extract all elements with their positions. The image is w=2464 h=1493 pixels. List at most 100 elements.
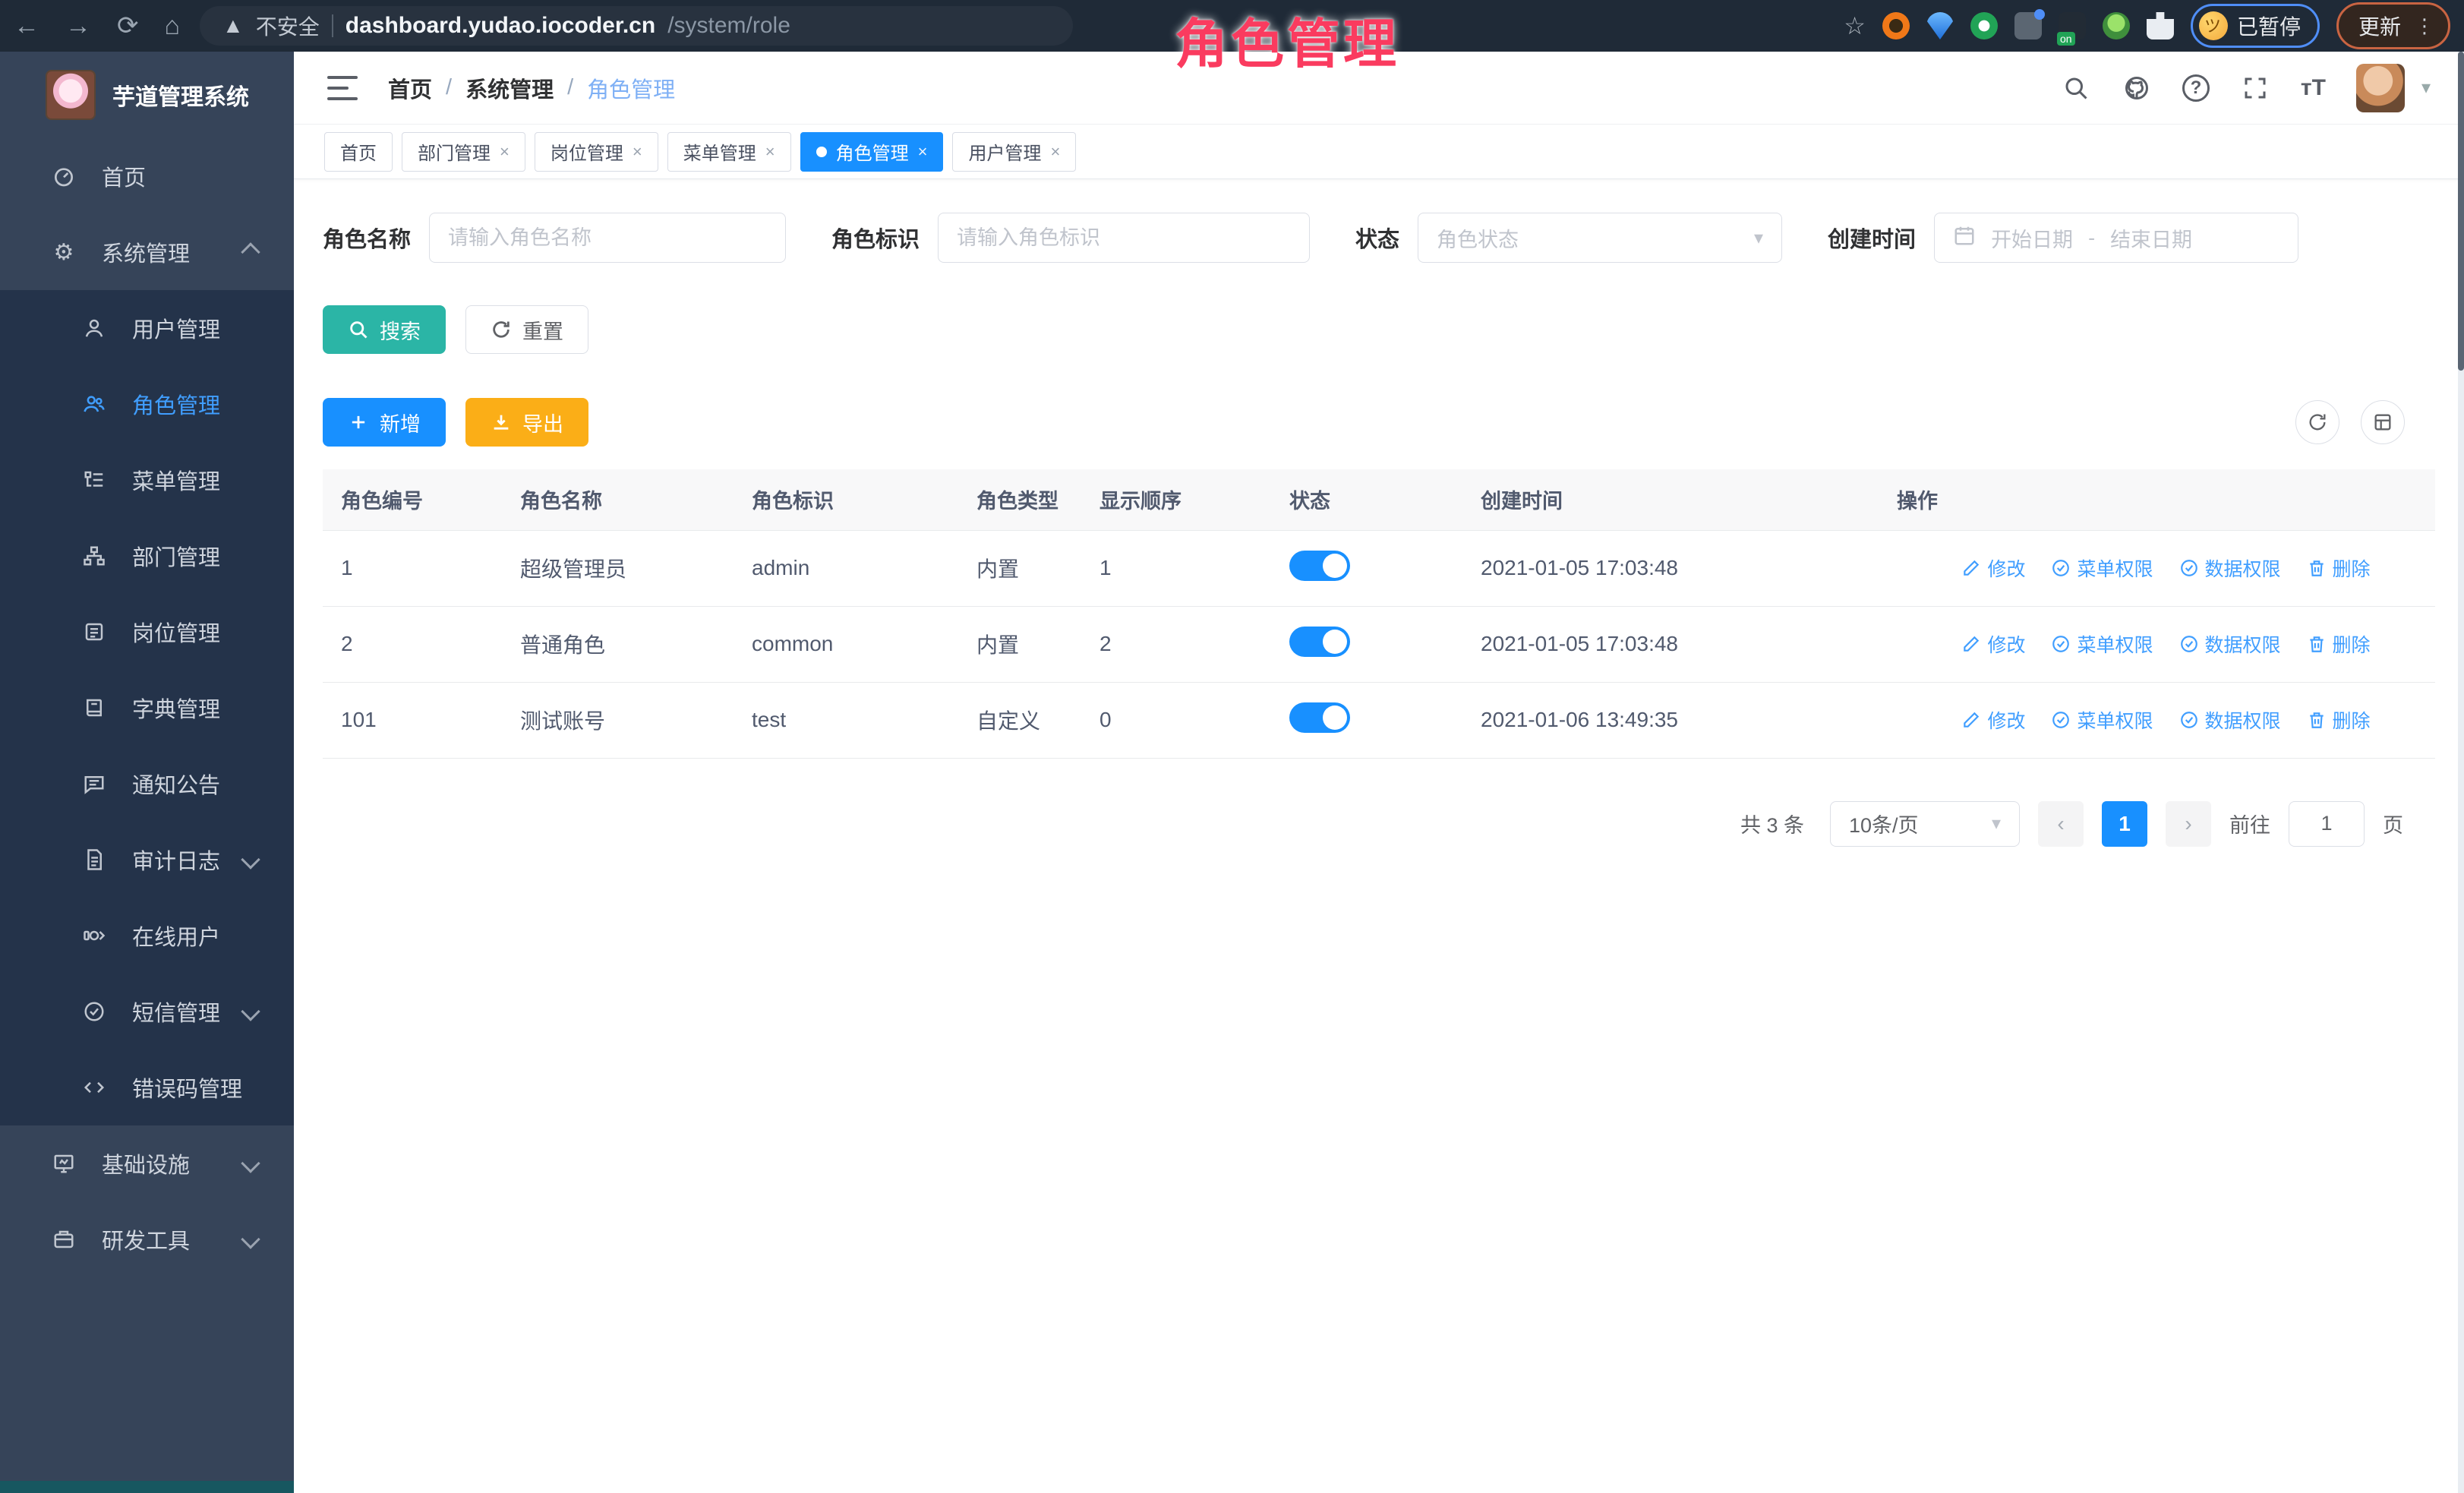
goto-page-input[interactable] bbox=[2289, 801, 2365, 847]
add-button[interactable]: 新增 bbox=[323, 398, 446, 447]
close-icon[interactable]: × bbox=[918, 142, 928, 162]
user-avatar[interactable] bbox=[2356, 64, 2405, 112]
extension-icon[interactable] bbox=[1926, 12, 1954, 39]
sidebar-item-online-users[interactable]: 在线用户 bbox=[0, 898, 294, 974]
profile-paused-chip[interactable]: 已暂停 bbox=[2191, 4, 2320, 48]
sidebar-item-dict[interactable]: 字典管理 bbox=[0, 670, 294, 746]
edit-link[interactable]: 修改 bbox=[1961, 554, 2025, 582]
tools-icon bbox=[49, 1228, 79, 1251]
forward-icon[interactable]: → bbox=[65, 13, 91, 39]
data-permission-link[interactable]: 数据权限 bbox=[2179, 554, 2281, 582]
sidebar-item-menus[interactable]: 菜单管理 bbox=[0, 442, 294, 518]
code-icon bbox=[79, 1076, 109, 1099]
search-icon[interactable] bbox=[2061, 73, 2091, 103]
close-icon[interactable]: × bbox=[633, 142, 642, 162]
back-icon[interactable]: ← bbox=[14, 13, 39, 39]
extension-icon[interactable]: on bbox=[2059, 12, 2086, 39]
browser-menu-icon[interactable]: ⋮ bbox=[2415, 14, 2434, 38]
extension-icon[interactable] bbox=[2103, 12, 2130, 39]
menu-permission-link[interactable]: 菜单权限 bbox=[2051, 706, 2153, 734]
date-range-picker[interactable]: 开始日期 - 结束日期 bbox=[1934, 213, 2298, 263]
tab-departments[interactable]: 部门管理× bbox=[402, 132, 525, 172]
hamburger-icon[interactable] bbox=[327, 74, 358, 102]
status-select[interactable]: 角色状态 ▾ bbox=[1418, 213, 1782, 263]
menu-permission-link[interactable]: 菜单权限 bbox=[2051, 630, 2153, 658]
export-button[interactable]: 导出 bbox=[465, 398, 588, 447]
edit-link[interactable]: 修改 bbox=[1961, 706, 2025, 734]
page-size-select[interactable]: 10条/页 ▾ bbox=[1830, 801, 2020, 847]
data-permission-link[interactable]: 数据权限 bbox=[2179, 630, 2281, 658]
bookmark-star-icon[interactable]: ☆ bbox=[1844, 11, 1866, 40]
breadcrumb-home[interactable]: 首页 bbox=[388, 72, 432, 104]
role-code-input[interactable] bbox=[938, 213, 1310, 263]
data-permission-label: 数据权限 bbox=[2205, 554, 2281, 582]
status-toggle[interactable] bbox=[1289, 702, 1350, 733]
delete-link[interactable]: 删除 bbox=[2307, 706, 2371, 734]
col-sort: 显示顺序 bbox=[1081, 469, 1271, 530]
sidebar-item-dev-tools[interactable]: 研发工具 bbox=[0, 1201, 294, 1277]
help-icon[interactable]: ? bbox=[2182, 74, 2210, 102]
date-end-placeholder[interactable]: 结束日期 bbox=[2110, 223, 2192, 253]
tab-menus[interactable]: 菜单管理× bbox=[667, 132, 791, 172]
tab-users[interactable]: 用户管理× bbox=[952, 132, 1076, 172]
table-row: 2 普通角色 common 内置 2 2021-01-05 17:03:48 修… bbox=[323, 606, 2435, 682]
tab-home[interactable]: 首页 bbox=[324, 132, 393, 172]
app-logo-row[interactable]: 芋道管理系统 bbox=[0, 52, 294, 138]
prev-page-button[interactable]: ‹ bbox=[2038, 801, 2084, 847]
status-toggle[interactable] bbox=[1289, 551, 1350, 581]
extension-icon[interactable] bbox=[2014, 12, 2042, 39]
search-button[interactable]: 搜索 bbox=[323, 305, 446, 354]
reload-icon[interactable]: ⟳ bbox=[117, 13, 139, 39]
column-settings-button[interactable] bbox=[2361, 400, 2405, 444]
refresh-table-button[interactable] bbox=[2295, 400, 2339, 444]
tab-label: 首页 bbox=[340, 138, 377, 165]
menu-permission-link[interactable]: 菜单权限 bbox=[2051, 554, 2153, 582]
tab-roles[interactable]: 角色管理× bbox=[800, 132, 944, 172]
edit-link[interactable]: 修改 bbox=[1961, 630, 2025, 658]
scrollbar[interactable] bbox=[2458, 52, 2464, 1493]
calendar-icon bbox=[1953, 224, 1976, 252]
puzzle-extension-icon[interactable] bbox=[2147, 12, 2174, 39]
status-toggle[interactable] bbox=[1289, 627, 1350, 657]
close-icon[interactable]: × bbox=[1050, 142, 1060, 162]
sidebar-item-label: 审计日志 bbox=[132, 844, 220, 876]
reset-button[interactable]: 重置 bbox=[465, 305, 588, 354]
page-1-button[interactable]: 1 bbox=[2102, 801, 2147, 847]
tab-posts[interactable]: 岗位管理× bbox=[535, 132, 658, 172]
sidebar-item-departments[interactable]: 部门管理 bbox=[0, 518, 294, 594]
goto-page-field[interactable] bbox=[2308, 812, 2346, 835]
address-bar[interactable]: ▲ 不安全 dashboard.yudao.iocoder.cn/system/… bbox=[200, 6, 1073, 46]
sidebar-item-posts[interactable]: 岗位管理 bbox=[0, 594, 294, 670]
role-name-field[interactable] bbox=[448, 226, 767, 250]
font-size-icon[interactable]: тT bbox=[2301, 75, 2326, 101]
cell-created: 2021-01-05 17:03:48 bbox=[1462, 606, 1879, 682]
cell-role-id: 101 bbox=[323, 682, 502, 758]
browser-update-button[interactable]: 更新 ⋮ bbox=[2336, 2, 2450, 49]
close-icon[interactable]: × bbox=[765, 142, 775, 162]
fullscreen-icon[interactable] bbox=[2240, 73, 2270, 103]
delete-link[interactable]: 删除 bbox=[2307, 554, 2371, 582]
role-code-field[interactable] bbox=[957, 226, 1291, 250]
next-page-button[interactable]: › bbox=[2166, 801, 2211, 847]
breadcrumb-system[interactable]: 系统管理 bbox=[465, 72, 554, 104]
sidebar-item-infrastructure[interactable]: 基础设施 bbox=[0, 1125, 294, 1201]
sidebar-item-notice[interactable]: 通知公告 bbox=[0, 746, 294, 822]
sidebar-item-home[interactable]: 首页 bbox=[0, 138, 294, 214]
sidebar-item-users[interactable]: 用户管理 bbox=[0, 290, 294, 366]
date-start-placeholder[interactable]: 开始日期 bbox=[1991, 223, 2073, 253]
role-name-input[interactable] bbox=[429, 213, 786, 263]
security-warning-icon[interactable]: ▲ bbox=[222, 14, 244, 38]
github-icon[interactable] bbox=[2122, 73, 2152, 103]
delete-link[interactable]: 删除 bbox=[2307, 630, 2371, 658]
sidebar-item-error-codes[interactable]: 错误码管理 bbox=[0, 1050, 294, 1125]
close-icon[interactable]: × bbox=[500, 142, 510, 162]
sidebar-item-sms[interactable]: 短信管理 bbox=[0, 974, 294, 1050]
sidebar-item-system[interactable]: ⚙ 系统管理 bbox=[0, 214, 294, 290]
home-icon[interactable]: ⌂ bbox=[165, 13, 181, 39]
sidebar-item-roles[interactable]: 角色管理 bbox=[0, 366, 294, 442]
sidebar-item-audit-log[interactable]: 审计日志 bbox=[0, 822, 294, 898]
avatar-caret-down-icon[interactable]: ▾ bbox=[2421, 77, 2431, 99]
data-permission-link[interactable]: 数据权限 bbox=[2179, 706, 2281, 734]
extension-icon[interactable] bbox=[1882, 12, 1910, 39]
extension-icon[interactable] bbox=[1970, 12, 1998, 39]
